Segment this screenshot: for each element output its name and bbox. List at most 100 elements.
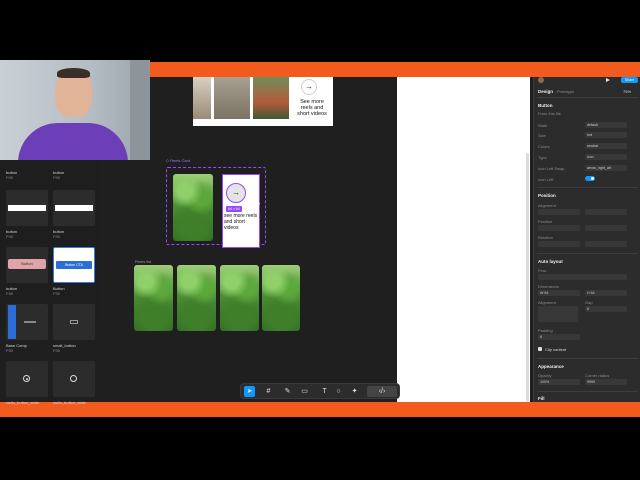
- asset-item[interactable]: button F95: [53, 170, 95, 182]
- asset-sub: F95: [53, 348, 60, 353]
- icon-left-toggle[interactable]: [585, 176, 595, 181]
- flip-controls[interactable]: [585, 241, 627, 247]
- asset-item[interactable]: button F95: [6, 190, 48, 239]
- reel-thumbnail[interactable]: [173, 174, 213, 241]
- arrow-button[interactable]: →: [301, 79, 317, 95]
- tab-design[interactable]: Design: [538, 89, 553, 94]
- corner-radius-input[interactable]: 9999: [585, 379, 627, 385]
- white-frame[interactable]: [397, 77, 530, 402]
- asset-chip: Button CTA: [56, 261, 92, 269]
- thumb-image: [214, 77, 250, 119]
- share-button[interactable]: Share: [621, 77, 638, 83]
- bottom-orange-bar: [0, 402, 640, 417]
- actions-tool-icon[interactable]: ✦: [349, 386, 360, 397]
- scrollbar[interactable]: [526, 153, 529, 402]
- divider: [537, 187, 638, 188]
- alignment-controls[interactable]: [585, 209, 627, 215]
- asset-thumb: [6, 304, 48, 340]
- asset-sub: F95: [53, 234, 60, 239]
- asset-sub: F95: [6, 348, 13, 353]
- frame-tool-icon[interactable]: #: [263, 386, 274, 397]
- reel-thumbnail[interactable]: [262, 265, 300, 331]
- asset-item[interactable]: Base Comp F95: [6, 304, 48, 353]
- thumb-image: [253, 77, 289, 119]
- dimensions-label: Dimensions: [538, 284, 559, 289]
- opacity-label: Opacity: [538, 373, 552, 378]
- corner-radius-label: Corner radius: [585, 373, 610, 378]
- see-more-card[interactable]: → 64 × 64 see more reels and short video…: [222, 174, 260, 248]
- prop-select[interactable]: icon: [585, 154, 627, 160]
- shape-tool-icon[interactable]: ▭: [299, 386, 310, 397]
- see-more-text: See more reels and short videos: [297, 99, 327, 117]
- comment-tool-icon[interactable]: ○: [333, 386, 344, 397]
- asset-item[interactable]: button F95: [53, 190, 95, 239]
- asset-label: radio_button_state: [53, 400, 87, 405]
- from-file-link[interactable]: From this file: [538, 111, 561, 116]
- divider: [537, 391, 638, 392]
- pen-tool-icon[interactable]: ✎: [282, 386, 293, 397]
- divider: [537, 97, 638, 98]
- frame-label: ◇ Reels Card: [166, 158, 191, 163]
- prop-select[interactable]: neutral: [585, 143, 627, 149]
- asset-thumb: [53, 190, 95, 226]
- divider: [537, 253, 638, 254]
- avatar[interactable]: [538, 77, 544, 83]
- asset-label: radio_button_state: [6, 400, 40, 405]
- tab-prototype[interactable]: Prototype: [557, 89, 574, 94]
- y-input[interactable]: [585, 225, 627, 231]
- asset-item[interactable]: small_button F95: [53, 304, 95, 353]
- alignment-label: Alignment: [538, 300, 556, 305]
- x-input[interactable]: [538, 225, 580, 231]
- rotation-input[interactable]: [538, 241, 580, 247]
- auto-layout-heading: Auto layout: [538, 259, 563, 264]
- flow-label: Flow: [538, 268, 547, 273]
- clip-checkbox[interactable]: [538, 347, 542, 351]
- padding-input[interactable]: 8: [538, 334, 580, 340]
- arrow-button[interactable]: →: [226, 183, 246, 203]
- asset-sub: F95: [6, 234, 13, 239]
- reels-card-top[interactable]: → See more reels and short videos: [193, 77, 333, 126]
- radio-icon: [70, 375, 77, 382]
- gap-value: 8: [587, 307, 589, 311]
- asset-item[interactable]: radio_button_state: [6, 361, 48, 405]
- reels-card-frame[interactable]: → 64 × 64 see more reels and short video…: [166, 167, 266, 248]
- dev-mode-toggle[interactable]: ‹/›: [367, 386, 397, 397]
- asset-thumb: [6, 361, 48, 397]
- text-tool-icon[interactable]: T: [319, 386, 330, 397]
- gap-input[interactable]: 8: [585, 306, 627, 312]
- frame-label-text: Reels Card: [170, 158, 191, 163]
- webcam-overlay: [0, 60, 150, 160]
- padding-value: 8: [540, 335, 542, 339]
- alignment-controls[interactable]: [538, 209, 580, 215]
- asset-item[interactable]: Button CTA Button F95: [53, 247, 95, 296]
- opacity-input[interactable]: 100%: [538, 379, 580, 385]
- play-icon[interactable]: [606, 78, 610, 82]
- rotation-label: Rotation: [538, 235, 553, 240]
- move-tool-icon[interactable]: ➤: [244, 386, 255, 397]
- width-input[interactable]: W 64: [538, 290, 580, 296]
- person-hair: [57, 68, 90, 78]
- asset-item[interactable]: button F95: [6, 170, 48, 182]
- flow-controls[interactable]: [538, 274, 627, 280]
- alignment-grid[interactable]: [538, 306, 578, 322]
- asset-sub: F95: [6, 175, 13, 180]
- prop-select[interactable]: default: [585, 122, 627, 128]
- asset-item[interactable]: Button button F95: [6, 247, 48, 296]
- reel-thumbnail[interactable]: [134, 265, 173, 331]
- prop-select[interactable]: md: [585, 132, 627, 138]
- height-input[interactable]: H 64: [585, 290, 627, 296]
- clip-content-label: Clip content: [545, 347, 567, 352]
- asset-thumb: Button CTA: [53, 247, 95, 283]
- prop-label: State: [538, 123, 548, 128]
- reel-thumbnail[interactable]: [220, 265, 259, 331]
- zoom-level[interactable]: 75%: [623, 89, 631, 94]
- screen: → See more reels and short videos ◇ Reel…: [0, 0, 640, 480]
- width-value: 64: [544, 291, 549, 295]
- asset-chip: Button: [8, 259, 46, 269]
- asset-sub: F95: [53, 175, 60, 180]
- divider: [537, 358, 638, 359]
- reel-thumbnail[interactable]: [177, 265, 216, 331]
- icon-swap-select[interactable]: arrow_right_alt: [585, 165, 627, 171]
- asset-item[interactable]: radio_button_state: [53, 361, 95, 405]
- height-value: 64: [590, 291, 595, 295]
